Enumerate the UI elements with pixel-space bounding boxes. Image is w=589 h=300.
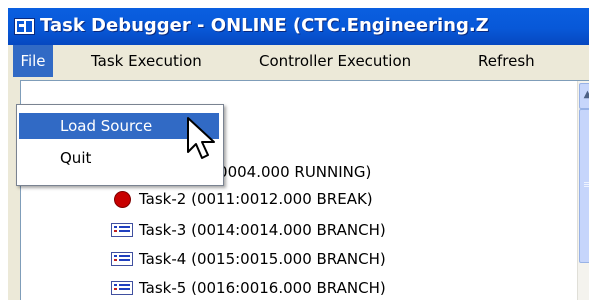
- branch-icon: [111, 252, 133, 266]
- quit-label: Quit: [60, 149, 92, 167]
- title-bar[interactable]: Task Debugger - ONLINE (CTC.Engineering.…: [8, 8, 589, 45]
- scroll-thumb[interactable]: [579, 109, 589, 263]
- grip-icon: [584, 182, 589, 183]
- branch-icon: [111, 223, 133, 237]
- task-label: Task-4 (0015:0015.000 BRANCH): [139, 250, 386, 268]
- scroll-up-button[interactable]: ▲: [579, 83, 589, 109]
- load-source-label: Load Source: [60, 117, 153, 135]
- vertical-scrollbar[interactable]: ▲: [577, 81, 589, 300]
- menu-task-execution[interactable]: Task Execution: [91, 45, 202, 77]
- task-label: Task-2 (0011:0012.000 BREAK): [139, 190, 373, 208]
- task-label: Task-3 (0014:0014.000 BRANCH): [139, 221, 386, 239]
- mouse-pointer-icon: [187, 117, 215, 159]
- branch-icon: [111, 281, 133, 295]
- menu-controller-execution[interactable]: Controller Execution: [259, 45, 411, 77]
- menu-file[interactable]: File: [13, 45, 53, 77]
- menu-bar: File Task Execution Controller Execution…: [8, 45, 589, 77]
- task-label: Task-5 (0016:0016.000 BRANCH): [139, 279, 386, 297]
- break-icon: [114, 191, 131, 208]
- app-icon: [14, 18, 35, 35]
- window-title: Task Debugger - ONLINE (CTC.Engineering.…: [40, 15, 489, 36]
- menu-refresh[interactable]: Refresh: [478, 45, 535, 77]
- task-label: :0004.000 RUNNING): [213, 163, 372, 181]
